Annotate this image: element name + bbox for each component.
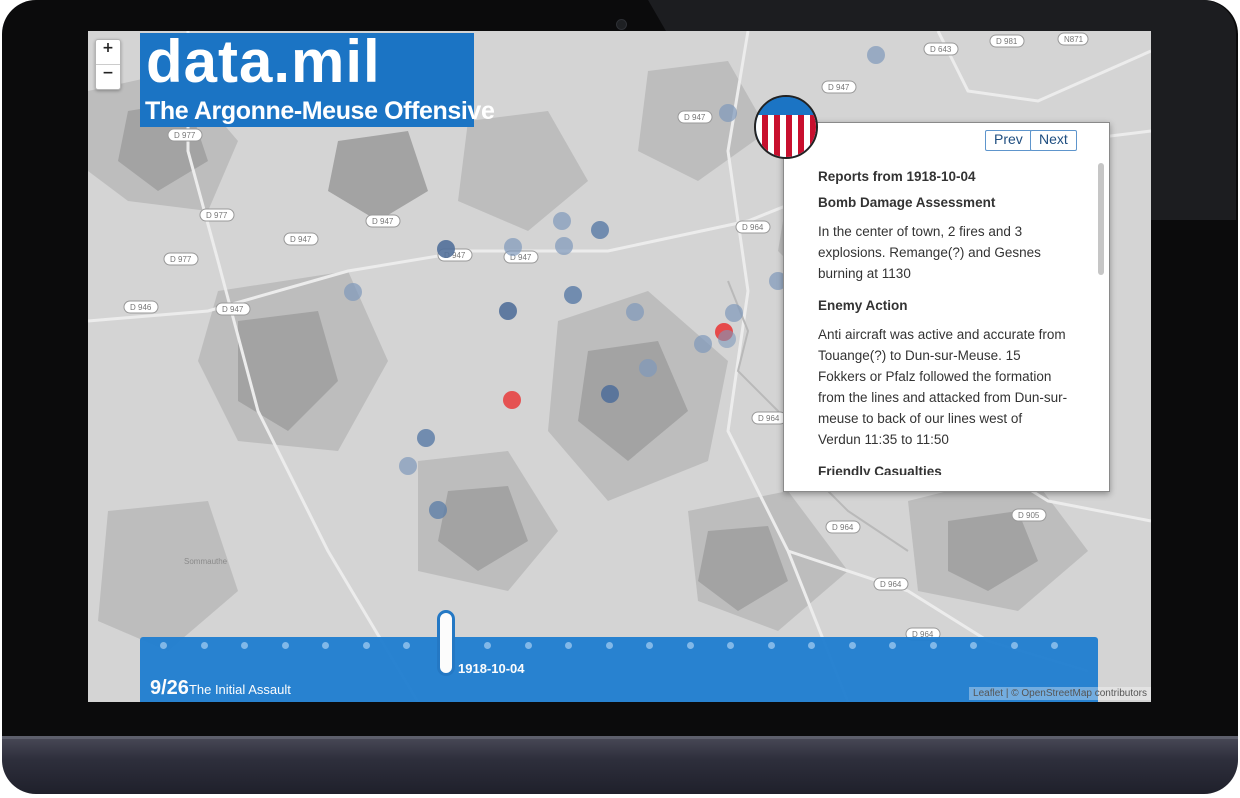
timeline-date: 1918-10-04 (458, 661, 525, 676)
report-marker[interactable] (437, 240, 455, 258)
timeline-step-dot[interactable] (322, 642, 329, 649)
title-banner: data.mil The Argonne-Meuse Offensive (140, 31, 495, 127)
report-marker[interactable] (591, 221, 609, 239)
prev-button[interactable]: Prev (985, 130, 1032, 151)
road-label: D 905 (1018, 511, 1040, 520)
timeline-handle[interactable] (437, 610, 455, 676)
camera-icon (616, 19, 627, 30)
report-marker[interactable] (344, 283, 362, 301)
report-heading: Reports from 1918-10-04 (818, 169, 976, 184)
report-marker[interactable] (564, 286, 582, 304)
timeline-step-dot[interactable] (362, 642, 370, 649)
road-label: D 947 (828, 83, 850, 92)
timeline-step-dot[interactable] (646, 642, 653, 649)
timeline-step-dot[interactable] (727, 642, 734, 649)
app-subtitle: The Argonne-Meuse Offensive (145, 97, 495, 125)
timeline-step-dot[interactable] (848, 642, 856, 649)
hinge-line (2, 736, 1238, 739)
place-label: Sommauthe (184, 557, 228, 566)
zoom-in-button[interactable]: + (96, 40, 120, 64)
road-label: D 977 (170, 255, 192, 264)
laptop-frame: D 977 D 977 D 977 D 947 D 947 D 947 D 94… (0, 0, 1240, 798)
app-title: data.mil (146, 31, 381, 95)
report-marker[interactable] (867, 46, 885, 64)
timeline-step-dot[interactable] (929, 642, 937, 649)
timeline-index: 9/26 (150, 677, 189, 699)
road-label: D 977 (206, 211, 228, 220)
report-marker[interactable] (499, 302, 517, 320)
timeline-bar[interactable]: 1918-10-04 9/26The Initial Assault (140, 610, 1098, 702)
road-label: D 964 (832, 523, 854, 532)
timeline-step-dot[interactable] (403, 642, 410, 649)
report-panel: Prev Next Reports from 1918-10-04 Bomb D… (783, 122, 1110, 492)
road-label: D 964 (758, 414, 780, 423)
timeline-step-dot[interactable] (1051, 642, 1058, 649)
section-title: Enemy Action (818, 298, 908, 313)
report-marker-alert[interactable] (503, 391, 521, 409)
report-marker[interactable] (504, 238, 522, 256)
road-label: D 964 (880, 580, 902, 589)
road-label: D 946 (130, 303, 152, 312)
timeline-step-dot[interactable] (1010, 642, 1018, 649)
timeline-step-dot[interactable] (605, 642, 613, 649)
zoom-out-button[interactable]: − (96, 64, 120, 89)
next-button[interactable]: Next (1030, 130, 1077, 151)
timeline-step-dot[interactable] (889, 642, 896, 649)
timeline-step-dot[interactable] (281, 642, 289, 649)
timeline-step-dot[interactable] (767, 642, 775, 649)
laptop-base (2, 736, 1238, 794)
report-marker[interactable] (694, 335, 712, 353)
panel-scrollbar[interactable] (1098, 163, 1104, 275)
section-title: Bomb Damage Assessment (818, 195, 996, 210)
timeline-step-dot[interactable] (686, 642, 694, 649)
report-marker[interactable] (399, 457, 417, 475)
report-marker[interactable] (718, 330, 736, 348)
section-text: Anti aircraft was active and accurate fr… (818, 327, 1068, 447)
map-attribution[interactable]: Leaflet | © OpenStreetMap contributors (969, 687, 1151, 700)
road-label: N871 (1064, 35, 1084, 44)
timeline-step-dot[interactable] (200, 642, 208, 649)
report-content[interactable]: Reports from 1918-10-04 Bomb Damage Asse… (818, 169, 1068, 475)
report-marker[interactable] (601, 385, 619, 403)
road-label: D 977 (174, 131, 196, 140)
road-label: D 947 (290, 235, 312, 244)
timeline-position: 9/26The Initial Assault (150, 677, 291, 700)
timeline-step-dot[interactable] (241, 642, 248, 649)
us-shield-seal-icon (754, 95, 818, 159)
timeline-step-dot[interactable] (160, 642, 167, 649)
road-label: D 947 (372, 217, 394, 226)
section-title: Friendly Casualties (818, 464, 942, 475)
report-marker[interactable] (626, 303, 644, 321)
road-label: D 947 (222, 305, 244, 314)
timeline-step-dot[interactable] (484, 642, 491, 649)
road-label: D 981 (996, 37, 1018, 46)
report-marker[interactable] (553, 212, 571, 230)
report-marker[interactable] (639, 359, 657, 377)
report-marker[interactable] (725, 304, 743, 322)
seal-graphic (756, 97, 816, 157)
section-text: In the center of town, 2 fires and 3 exp… (818, 224, 1041, 281)
road-label: D 964 (742, 223, 764, 232)
report-marker[interactable] (555, 237, 573, 255)
report-marker[interactable] (417, 429, 435, 447)
timeline-step-dot[interactable] (565, 642, 572, 649)
report-marker[interactable] (719, 104, 737, 122)
timeline-phase-name: The Initial Assault (188, 682, 291, 697)
timeline-step-dot[interactable] (970, 642, 977, 649)
timeline-step-dot[interactable] (808, 642, 815, 649)
road-label: D 947 (684, 113, 706, 122)
map-screen[interactable]: D 977 D 977 D 977 D 947 D 947 D 947 D 94… (88, 31, 1151, 702)
road-label: D 643 (930, 45, 952, 54)
report-marker[interactable] (429, 501, 447, 519)
timeline-step-dot[interactable] (524, 642, 532, 649)
zoom-control: + − (95, 39, 121, 90)
